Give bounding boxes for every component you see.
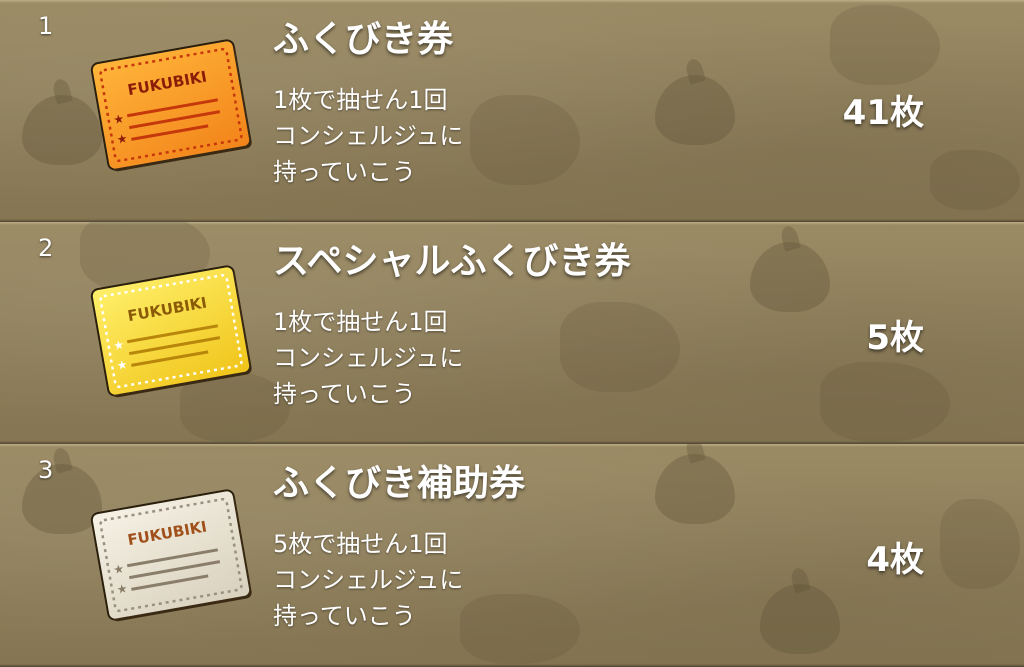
svg-text:★: ★ xyxy=(116,357,129,373)
monster-silhouette-decoration xyxy=(460,594,580,664)
svg-text:FUKUBIKI: FUKUBIKI xyxy=(126,68,208,100)
item-row-special-fukubiki-ticket[interactable]: 2 FUKUBIKI ★ ★ スペシャルふくびき券 1枚で抽せん1回 コンシェル… xyxy=(0,222,1024,444)
item-name: スペシャルふくびき券 xyxy=(273,241,631,282)
monster-silhouette-decoration xyxy=(820,362,950,442)
lottery-ticket-orange-icon: FUKUBIKI ★ ★ xyxy=(91,40,251,170)
description-line: コンシェルジュに xyxy=(273,566,464,594)
description-line: コンシェルジュに xyxy=(273,344,464,372)
item-description: 1枚で抽せん1回 コンシェルジュに 持っていこう xyxy=(273,82,463,190)
description-line: 持っていこう xyxy=(273,380,416,408)
slime-silhouette-decoration xyxy=(760,584,840,654)
slime-silhouette-decoration xyxy=(655,454,735,524)
slime-silhouette-decoration xyxy=(22,95,102,165)
description-line: 持っていこう xyxy=(273,158,416,186)
slime-silhouette-decoration xyxy=(655,75,735,145)
monster-silhouette-decoration xyxy=(830,5,940,85)
svg-text:FUKUBIKI: FUKUBIKI xyxy=(126,294,208,326)
description-line: 1枚で抽せん1回 xyxy=(273,308,448,336)
svg-text:★: ★ xyxy=(112,561,125,577)
item-count: 4枚 xyxy=(866,540,924,580)
slime-silhouette-decoration xyxy=(750,242,830,312)
item-index: 2 xyxy=(38,234,54,262)
leaf-silhouette-decoration xyxy=(930,150,1020,210)
svg-text:★: ★ xyxy=(116,581,129,597)
item-description: 5枚で抽せん1回 コンシェルジュに 持っていこう xyxy=(273,526,463,634)
item-count: 5枚 xyxy=(866,318,924,358)
description-line: コンシェルジュに xyxy=(273,122,464,150)
monster-silhouette-decoration xyxy=(560,302,680,392)
description-line: 持っていこう xyxy=(273,602,416,630)
item-row-fukubiki-ticket[interactable]: 1 FUKUBIKI ★ ★ ふくびき券 1枚で抽せん1回 コンシェルジュに 持… xyxy=(0,0,1024,222)
item-name: ふくびき補助券 xyxy=(273,463,526,504)
description-line: 5枚で抽せん1回 xyxy=(273,530,448,558)
item-row-fukubiki-support-ticket[interactable]: 3 FUKUBIKI ★ ★ ふくびき補助券 5枚で抽せん1回 コンシェルジュに… xyxy=(0,444,1024,667)
item-description: 1枚で抽せん1回 コンシェルジュに 持っていこう xyxy=(273,304,463,412)
monster-silhouette-decoration xyxy=(470,95,580,185)
item-index: 1 xyxy=(38,12,54,40)
lottery-ticket-gold-icon: FUKUBIKI ★ ★ xyxy=(91,266,251,396)
description-line: 1枚で抽せん1回 xyxy=(273,86,448,114)
item-name: ふくびき券 xyxy=(273,19,454,60)
item-count: 41枚 xyxy=(842,93,924,133)
slime-silhouette-decoration xyxy=(22,464,102,534)
svg-text:★: ★ xyxy=(112,111,125,127)
svg-text:★: ★ xyxy=(116,131,129,147)
svg-text:★: ★ xyxy=(112,337,125,353)
item-index: 3 xyxy=(38,456,54,484)
item-list: 1 FUKUBIKI ★ ★ ふくびき券 1枚で抽せん1回 コンシェルジュに 持… xyxy=(0,0,1024,667)
lottery-ticket-silver-icon: FUKUBIKI ★ ★ xyxy=(91,490,251,620)
leaf-silhouette-decoration xyxy=(940,499,1020,589)
svg-text:FUKUBIKI: FUKUBIKI xyxy=(126,518,208,550)
